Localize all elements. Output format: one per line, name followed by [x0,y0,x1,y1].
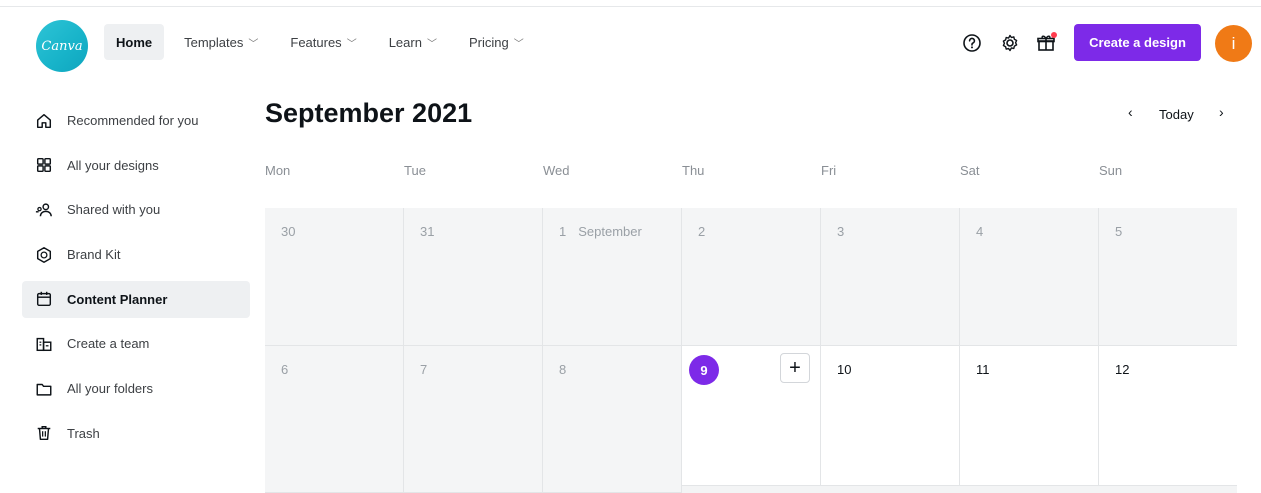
sidebar-item-all-designs[interactable]: All your designs [22,147,250,184]
day-number: 2 [698,224,706,239]
sidebar-item-create-team[interactable]: Create a team [22,325,250,362]
day-number: 4 [976,224,984,239]
page-title: September 2021 [265,98,473,128]
nav-home[interactable]: Home [104,24,165,60]
day-cell[interactable]: 6 [265,346,404,493]
weekday-thu: Thu [682,163,705,178]
sidebar-item-folders[interactable]: All your folders [22,370,250,407]
sidebar-item-recommended[interactable]: Recommended for you [22,102,250,139]
nav-learn-label: Learn [388,34,422,50]
sidebar-item-label: Recommended for you [67,113,199,128]
day-number: 31 [420,224,435,239]
day-number-value: 1 [559,224,567,239]
weekday-tue: Tue [404,163,426,178]
people-icon [34,200,54,220]
day-number: 1 September [559,224,642,239]
sidebar-item-label: All your folders [67,381,153,397]
home-icon [34,111,54,131]
create-design-button[interactable]: Create a design [1074,24,1201,61]
team-icon [34,334,54,354]
nav-templates-label: Templates [184,34,244,50]
day-cell[interactable]: 1 September [543,208,682,346]
add-content-button[interactable]: + [780,353,810,383]
main-nav: Home Templates ﹀ Features ﹀ Learn ﹀ Pric… [104,24,536,60]
day-cell[interactable]: 12 [1099,346,1237,486]
day-cell[interactable]: 4 [960,208,1099,346]
calendar-grid: 30 31 1 September 2 3 4 5 6 7 8 9 + 10 11… [265,208,1237,493]
sidebar-item-trash[interactable]: Trash [22,415,250,452]
day-number: 8 [559,362,567,377]
day-cell[interactable]: 31 [404,208,543,346]
grid-icon [34,155,54,175]
day-number: 30 [281,224,296,239]
nav-pricing-label: Pricing [468,34,509,50]
sidebar-item-label: Trash [67,425,100,441]
brand-kit-icon [34,245,54,265]
chevron-down-icon: ﹀ [248,38,259,50]
sidebar: Recommended for you All your designs Sha… [22,102,250,460]
nav-templates[interactable]: Templates ﹀ [172,24,270,60]
chevron-left-icon[interactable]: ‹ [1128,104,1133,120]
day-cell[interactable]: 7 [404,346,543,493]
nav-features[interactable]: Features ﹀ [278,24,368,60]
nav-learn[interactable]: Learn ﹀ [377,24,449,60]
weekday-sat: Sat [960,163,980,178]
gift-icon[interactable] [1035,32,1057,54]
top-border [0,6,1261,7]
sidebar-item-label: All your designs [67,157,159,173]
trash-icon [34,423,54,443]
settings-icon[interactable] [999,32,1021,54]
day-cell-today[interactable]: 9 + [682,346,821,486]
nav-pricing[interactable]: Pricing ﹀ [457,24,536,60]
sidebar-item-label: Brand Kit [67,247,121,263]
weekday-wed: Wed [543,163,570,178]
sidebar-item-shared[interactable]: Shared with you [22,191,250,228]
day-cell[interactable]: 8 [543,346,682,493]
sidebar-item-label: Content Planner [67,291,168,307]
weekday-fri: Fri [821,163,837,178]
nav-features-label: Features [290,34,342,50]
day-cell[interactable]: 2 [682,208,821,346]
day-number: 11 [976,362,990,377]
day-number: 5 [1115,224,1123,239]
day-number: 6 [281,362,289,377]
day-cell[interactable]: 11 [960,346,1099,486]
day-number: 12 [1115,362,1130,377]
today-button[interactable]: Today [1159,107,1194,122]
canva-logo[interactable]: Canva [36,20,88,72]
day-cell[interactable]: 30 [265,208,404,346]
day-cell[interactable]: 10 [821,346,960,486]
month-label: September [578,224,642,239]
sidebar-item-content-planner[interactable]: Content Planner [22,280,250,318]
day-number: 3 [837,224,845,239]
chevron-down-icon: ﹀ [346,38,357,50]
sidebar-item-brand-kit[interactable]: Brand Kit [22,236,250,273]
sidebar-item-label: Create a team [67,336,150,352]
top-header: Canva Home Templates ﹀ Features ﹀ Learn … [0,8,1261,76]
calendar-icon [34,289,54,309]
today-date-badge: 9 [689,355,719,385]
nav-home-label: Home [116,34,153,50]
chevron-down-icon: ﹀ [513,38,524,50]
folder-icon [34,379,54,399]
day-number: 10 [837,362,852,377]
day-number: 7 [420,362,428,377]
day-cell[interactable]: 3 [821,208,960,346]
day-cell[interactable]: 5 [1099,208,1237,346]
chevron-down-icon: ﹀ [426,38,437,50]
weekday-sun: Sun [1099,163,1123,178]
sidebar-item-label: Shared with you [67,202,161,218]
avatar[interactable]: i [1215,25,1252,62]
help-icon[interactable] [961,32,983,54]
notification-dot [1051,32,1057,38]
weekday-mon: Mon [265,163,291,178]
chevron-right-icon[interactable]: › [1219,104,1224,120]
